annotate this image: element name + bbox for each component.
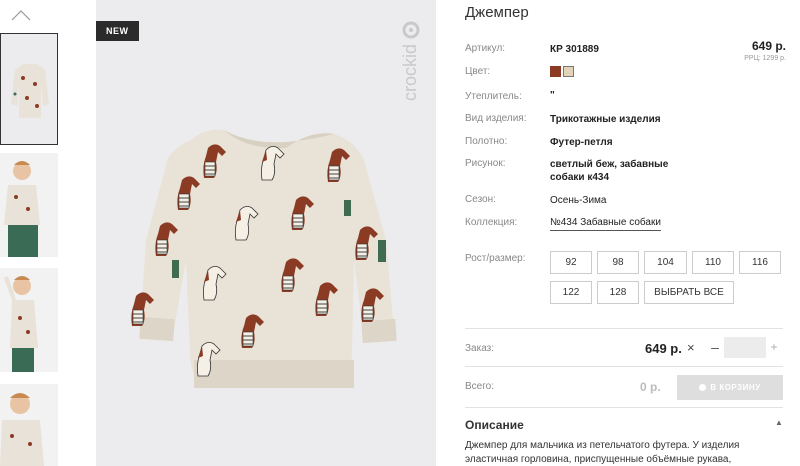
size-button-104[interactable]: 104: [644, 251, 687, 274]
size-button-116[interactable]: 116: [739, 251, 781, 274]
pattern-value: светлый беж, забавные собаки к434: [550, 159, 669, 183]
product-type-value: Трикотажные изделия: [550, 114, 661, 125]
sweatshirt-illustration: [130, 129, 397, 388]
season-value: Осень-Зима: [550, 195, 607, 206]
divider: [465, 407, 783, 408]
divider: [465, 328, 783, 329]
quantity-increase-button[interactable]: +: [767, 340, 781, 354]
size-button-92[interactable]: 92: [550, 251, 592, 274]
total-label: Всего:: [465, 381, 494, 392]
select-all-sizes-button[interactable]: ВЫБРАТЬ ВСЕ: [644, 281, 734, 304]
multiply-icon: ×: [687, 340, 695, 355]
cart-icon: [699, 384, 707, 391]
quantity-decrease-button[interactable]: –: [708, 339, 722, 355]
add-to-cart-button[interactable]: В КОРЗИНУ: [677, 375, 783, 400]
order-label: Заказ:: [465, 343, 495, 354]
sku-label: Артикул:: [465, 43, 506, 54]
product-title: Джемпер: [465, 4, 529, 21]
thumbnail-2[interactable]: [0, 153, 58, 257]
collapse-toggle-icon[interactable]: ▲: [775, 418, 783, 427]
product-type-label: Вид изделия:: [465, 113, 527, 124]
chevron-up-icon[interactable]: [10, 8, 32, 22]
thumbnail-1[interactable]: [0, 33, 58, 145]
rrp-price: РРЦ: 1299 р.: [744, 55, 786, 62]
new-badge: NEW: [96, 21, 139, 41]
collection-link[interactable]: №434 Забавные собаки: [550, 217, 661, 231]
divider: [465, 366, 783, 367]
color-swatch-2[interactable]: [563, 66, 574, 77]
total-value: 0 р.: [640, 380, 661, 394]
color-swatch-1[interactable]: [550, 66, 561, 77]
fabric-value: Футер-петля: [550, 137, 613, 148]
color-label: Цвет:: [465, 66, 491, 77]
brand-logo: crockid: [400, 21, 420, 101]
add-to-cart-label: В КОРЗИНУ: [710, 383, 761, 392]
size-button-110[interactable]: 110: [692, 251, 734, 274]
brand-text: crockid: [400, 44, 420, 101]
thumbnail-3[interactable]: [0, 268, 58, 372]
order-price: 649 р.: [645, 341, 682, 356]
product-price: 649 р.: [751, 39, 786, 53]
product-main-image[interactable]: NEW: [96, 0, 436, 466]
size-button-128[interactable]: 128: [597, 281, 639, 304]
pattern-label: Рисунок:: [465, 158, 506, 169]
size-button-98[interactable]: 98: [597, 251, 639, 274]
description-title[interactable]: Описание: [465, 418, 524, 432]
size-button-122[interactable]: 122: [550, 281, 592, 304]
sku-value: КР 301889: [550, 44, 599, 55]
fabric-label: Полотно:: [465, 136, 508, 147]
season-label: Сезон:: [465, 194, 496, 205]
collection-label: Коллекция:: [465, 217, 518, 228]
thumbnail-gallery: [0, 0, 62, 466]
size-label: Рост/размер:: [465, 253, 526, 264]
insulation-value: ": [550, 90, 555, 101]
insulation-label: Утеплитель:: [465, 91, 522, 102]
thumbnail-4[interactable]: [0, 384, 58, 466]
quantity-input[interactable]: [724, 337, 766, 358]
description-text: Джемпер для мальчика из петельчатого фут…: [465, 440, 740, 465]
